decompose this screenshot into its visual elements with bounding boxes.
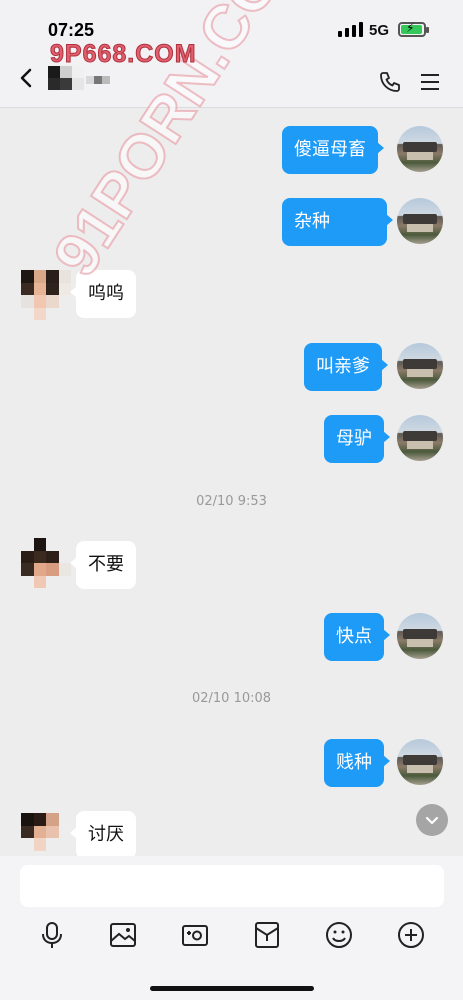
microphone-icon[interactable]: [37, 920, 67, 950]
outgoing-message[interactable]: 傻逼母畜: [282, 126, 384, 174]
outgoing-message[interactable]: 快点: [324, 613, 390, 661]
outgoing-message[interactable]: 贱种: [324, 739, 390, 787]
contact-name-mosaic: [48, 66, 84, 90]
self-avatar[interactable]: [397, 198, 443, 244]
contact-avatar[interactable]: [21, 538, 71, 588]
camera-icon[interactable]: [180, 920, 210, 950]
wallet-icon[interactable]: [252, 920, 282, 950]
menu-icon[interactable]: [420, 72, 440, 92]
emoji-icon[interactable]: [324, 920, 354, 950]
outgoing-message[interactable]: 母驴: [324, 415, 390, 463]
signal-icon: [338, 22, 363, 37]
scroll-to-bottom-button[interactable]: [416, 804, 448, 836]
network-label: 5G: [369, 22, 390, 39]
back-icon[interactable]: [16, 66, 40, 90]
outgoing-message[interactable]: 叫亲爹: [304, 343, 388, 391]
composer: [0, 856, 463, 1000]
self-avatar[interactable]: [397, 415, 443, 461]
incoming-message[interactable]: 不要: [70, 541, 136, 589]
image-icon[interactable]: [108, 920, 138, 950]
battery-icon: ⚡: [398, 21, 429, 37]
message-timestamp: 02/10 10:08: [191, 691, 272, 706]
message-input[interactable]: [20, 865, 444, 907]
message-timestamp: 02/10 9:53: [196, 494, 267, 509]
self-avatar[interactable]: [397, 613, 443, 659]
outgoing-message[interactable]: 杂种: [282, 198, 393, 246]
self-avatar[interactable]: [397, 739, 443, 785]
self-avatar[interactable]: [397, 343, 443, 389]
contact-status-mosaic: [86, 76, 110, 84]
chevron-down-icon: [425, 816, 439, 825]
incoming-message[interactable]: 讨厌: [70, 811, 136, 859]
self-avatar[interactable]: [397, 126, 443, 172]
phone-icon[interactable]: [378, 70, 402, 94]
plus-icon[interactable]: [396, 920, 426, 950]
home-indicator[interactable]: [150, 986, 314, 991]
watermark-top: 9P668.COM: [50, 40, 197, 69]
status-time: 07:25: [48, 20, 95, 40]
contact-avatar[interactable]: [21, 270, 71, 320]
